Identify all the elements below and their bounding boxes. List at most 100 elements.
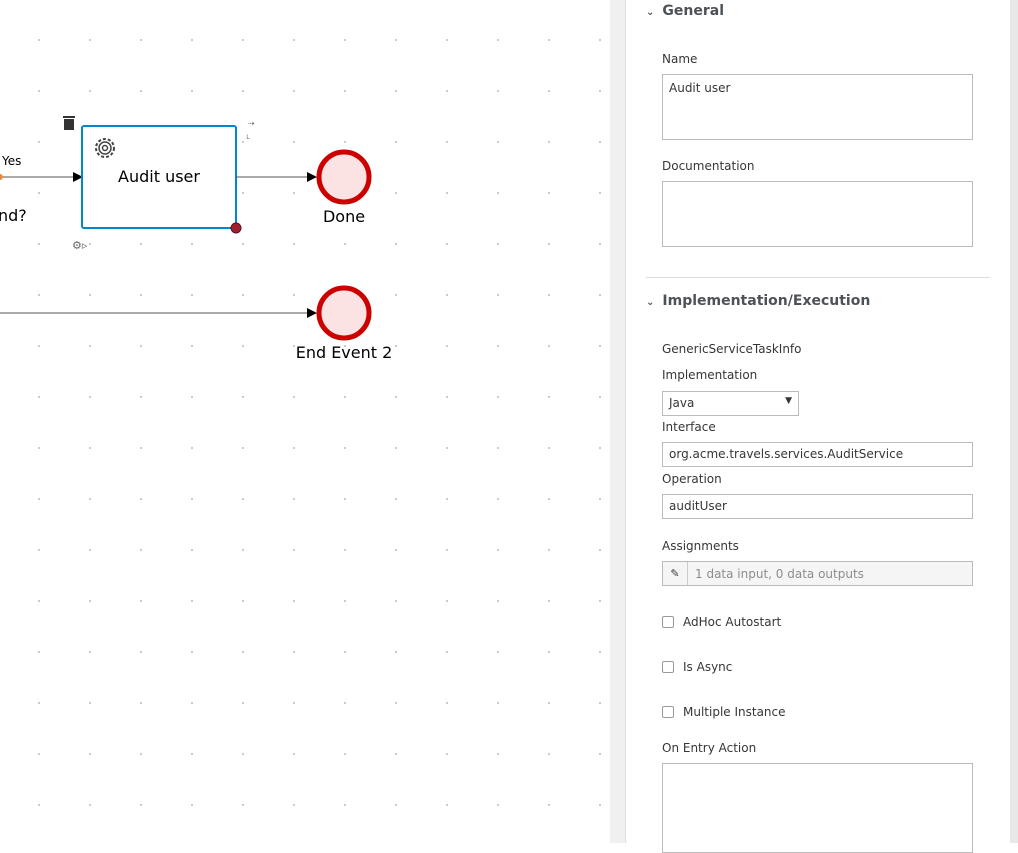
documentation-label: Documentation: [662, 159, 755, 173]
grid-dot: [293, 753, 295, 755]
grid-dot: [599, 39, 601, 41]
grid-dot: [140, 243, 142, 245]
grid-dot: [89, 549, 91, 551]
checkbox-label: AdHoc Autostart: [683, 615, 782, 629]
is-async-checkbox[interactable]: Is Async: [662, 660, 732, 674]
grid-dot: [140, 753, 142, 755]
grid-dot: [242, 702, 244, 704]
grid-dot: [191, 702, 193, 704]
process-canvas[interactable]: Yes nd? Audit user ⇢ └ ⚙▹ Done End Event…: [0, 0, 610, 843]
grid-dot: [293, 651, 295, 653]
connector-icon[interactable]: ⇢: [248, 119, 255, 128]
grid-dot: [446, 753, 448, 755]
grid-dot: [242, 345, 244, 347]
grid-dot: [497, 804, 499, 806]
grid-dot: [89, 702, 91, 704]
grid-dot: [395, 498, 397, 500]
assignments-field[interactable]: ✎ 1 data input, 0 data outputs: [662, 561, 973, 586]
grid-dot: [140, 804, 142, 806]
grid-dot: [497, 753, 499, 755]
implementation-select[interactable]: Java ▼: [662, 391, 799, 416]
checkbox[interactable]: [662, 706, 674, 718]
checkbox[interactable]: [662, 616, 674, 628]
checkbox[interactable]: [662, 661, 674, 673]
section-implementation-header[interactable]: ⌄ Implementation/Execution: [646, 293, 870, 309]
grid-dot: [497, 651, 499, 653]
grid-dot: [38, 90, 40, 92]
grid-dot: [242, 753, 244, 755]
grid-dot: [89, 498, 91, 500]
grid-dot: [191, 447, 193, 449]
end-event-done[interactable]: [316, 149, 372, 205]
grid-dot: [38, 396, 40, 398]
operation-field[interactable]: auditUser: [662, 494, 973, 519]
assignments-label: Assignments: [662, 539, 739, 553]
grid-dot: [38, 804, 40, 806]
grid-dot: [497, 192, 499, 194]
trash-icon[interactable]: [63, 116, 75, 130]
morph-icon[interactable]: └: [245, 134, 250, 143]
edit-icon[interactable]: ✎: [663, 562, 688, 585]
multiple-instance-checkbox[interactable]: Multiple Instance: [662, 705, 786, 719]
grid-dot: [140, 90, 142, 92]
documentation-field[interactable]: [662, 181, 973, 247]
grid-dot: [344, 90, 346, 92]
grid-dot: [191, 498, 193, 500]
service-task-toolbox-icon[interactable]: ⚙▹: [72, 239, 88, 252]
grid-dot: [140, 345, 142, 347]
grid-dot: [497, 39, 499, 41]
grid-dot: [293, 600, 295, 602]
grid-dot: [395, 141, 397, 143]
grid-dot: [293, 804, 295, 806]
grid-dot: [293, 702, 295, 704]
grid-dot: [191, 804, 193, 806]
adhoc-autostart-checkbox[interactable]: AdHoc Autostart: [662, 615, 781, 629]
grid-dot: [599, 804, 601, 806]
section-general-header[interactable]: ⌄ General: [646, 3, 724, 19]
grid-dot: [191, 651, 193, 653]
grid-dot: [446, 651, 448, 653]
grid-dot: [191, 600, 193, 602]
grid-dot: [599, 396, 601, 398]
grid-dot: [395, 753, 397, 755]
grid-dot: [497, 498, 499, 500]
grid-dot: [446, 549, 448, 551]
grid-dot: [599, 651, 601, 653]
grid-dot: [548, 243, 550, 245]
properties-panel: ⌄ General Name Audit user Documentation ⌄…: [626, 0, 1010, 853]
assignments-value: 1 data input, 0 data outputs: [695, 566, 864, 581]
grid-dot: [89, 345, 91, 347]
on-entry-action-field[interactable]: [662, 763, 973, 853]
grid-dot: [446, 702, 448, 704]
grid-dot: [395, 702, 397, 704]
panel-splitter[interactable]: [610, 0, 626, 843]
grid-dot: [446, 498, 448, 500]
grid-dot: [395, 345, 397, 347]
grid-dot: [395, 600, 397, 602]
resize-handle[interactable]: [230, 222, 242, 234]
grid-dot: [89, 753, 91, 755]
name-field[interactable]: Audit user: [662, 74, 973, 140]
grid-dot: [344, 498, 346, 500]
grid-dot: [497, 549, 499, 551]
grid-dot: [548, 600, 550, 602]
grid-dot: [497, 396, 499, 398]
select-value: Java: [669, 396, 695, 410]
interface-field[interactable]: org.acme.travels.services.AuditService: [662, 442, 973, 467]
grid-dot: [497, 447, 499, 449]
checkbox-label: Is Async: [683, 660, 733, 674]
grid-dot: [599, 243, 601, 245]
grid-dot: [599, 447, 601, 449]
grid-dot: [599, 141, 601, 143]
grid-dot: [548, 753, 550, 755]
panel-scrollbar[interactable]: [1010, 0, 1018, 843]
grid-dot: [548, 396, 550, 398]
grid-dot: [242, 192, 244, 194]
grid-dot: [395, 243, 397, 245]
grid-dot: [344, 396, 346, 398]
grid-dot: [344, 702, 346, 704]
grid-dot: [191, 345, 193, 347]
grid-dot: [242, 39, 244, 41]
grid-dot: [140, 549, 142, 551]
end-event-2[interactable]: [316, 285, 372, 341]
